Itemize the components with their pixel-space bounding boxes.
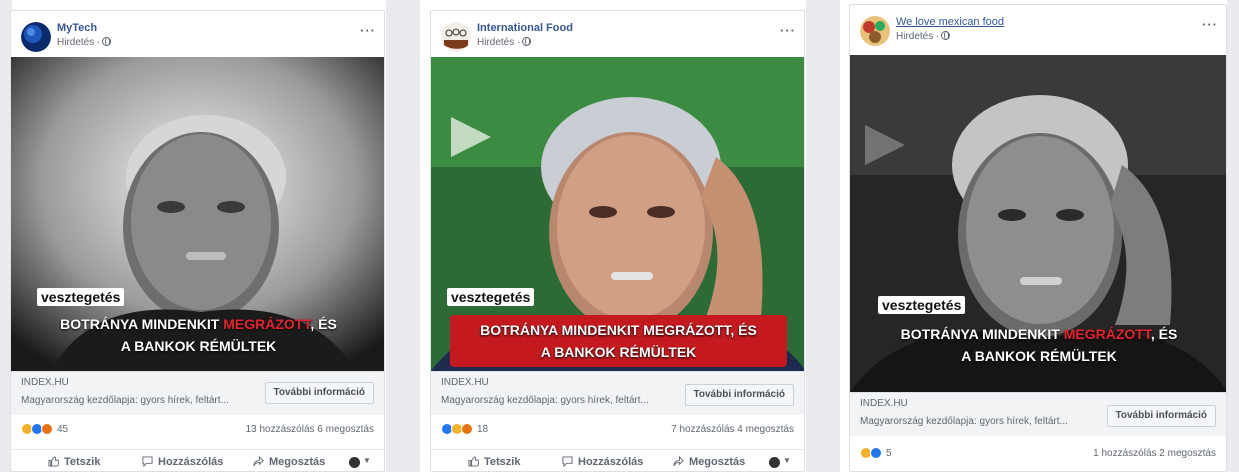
- keyword-tag: vesztegetés: [37, 288, 125, 306]
- reaction-summary[interactable]: 45: [21, 423, 68, 435]
- keyword-tag: vesztegetés: [878, 296, 966, 314]
- share-button[interactable]: Megosztás: [673, 456, 745, 468]
- learn-more-button[interactable]: További információ: [684, 384, 794, 406]
- ad-image[interactable]: vesztegetés BOTRÁNYA MINDENKIT MEGRÁZOTT…: [850, 55, 1226, 392]
- share-button[interactable]: Megosztás: [253, 456, 325, 468]
- feed-background: [806, 0, 840, 472]
- comment-icon: [562, 456, 573, 467]
- feed-background: [1227, 0, 1239, 472]
- post-header: International Food Hirdetés · ···: [431, 11, 804, 61]
- feed-background: [386, 0, 420, 472]
- sponsored-post-mytech: MyTech Hirdetés · ··· vesztegetés BOTRÁN…: [10, 10, 385, 472]
- post-header: We love mexican food Hirdetés · ···: [850, 5, 1226, 55]
- post-header: MyTech Hirdetés · ···: [11, 11, 384, 61]
- sponsored-label: Hirdetés ·: [57, 37, 112, 48]
- sponsored-post-international-food: International Food Hirdetés · ··· veszte…: [430, 10, 805, 472]
- ad-image[interactable]: vesztegetés BOTRÁNYA MINDENKIT MEGRÁZOTT…: [431, 57, 804, 371]
- angry-emoji-icon: [41, 423, 53, 435]
- comment-button[interactable]: Hozzászólás: [562, 456, 643, 468]
- link-description: Magyarország kezdőlapja: gyors hírek, fe…: [441, 395, 649, 406]
- chevron-down-icon[interactable]: ▼: [363, 456, 371, 465]
- page-avatar[interactable]: [860, 16, 890, 46]
- viewer-avatar[interactable]: [349, 457, 360, 468]
- share-icon: [253, 456, 264, 467]
- like-icon: [48, 456, 59, 467]
- link-domain: INDEX.HU: [441, 377, 489, 388]
- ad-image[interactable]: vesztegetés BOTRÁNYA MINDENKIT MEGRÁZOTT…: [11, 57, 384, 371]
- comment-share-stats[interactable]: 7 hozzászólás 4 megosztás: [671, 424, 794, 435]
- page-avatar[interactable]: [21, 22, 51, 52]
- angry-emoji-icon: [461, 423, 473, 435]
- headline: BOTRÁNYA MINDENKIT MEGRÁZOTT, ÉS A BANKO…: [60, 316, 337, 354]
- headline: BOTRÁNYA MINDENKIT MEGRÁZOTT, ÉS A BANKO…: [900, 326, 1178, 364]
- link-description: Magyarország kezdőlapja: gyors hírek, fe…: [860, 416, 1068, 427]
- comment-button[interactable]: Hozzászólás: [142, 456, 223, 468]
- action-bar: Tetszik Hozzászólás Megosztás ▼: [11, 449, 384, 471]
- link-domain: INDEX.HU: [860, 398, 908, 409]
- more-options-icon[interactable]: ···: [1202, 17, 1218, 32]
- reaction-summary[interactable]: 5: [860, 447, 892, 459]
- link-preview[interactable]: INDEX.HU Magyarország kezdőlapja: gyors …: [431, 371, 804, 415]
- page-name-link[interactable]: We love mexican food: [896, 16, 1004, 28]
- page-name-link[interactable]: MyTech: [57, 22, 97, 34]
- globe-icon: [102, 37, 112, 46]
- comment-icon: [142, 456, 153, 467]
- more-options-icon[interactable]: ···: [360, 23, 376, 38]
- sponsored-label: Hirdetés ·: [477, 37, 532, 48]
- like-button[interactable]: Tetszik: [48, 456, 100, 468]
- sponsored-label: Hirdetés ·: [896, 31, 951, 42]
- reactions-bar: 5 1 hozzászólás 2 megosztás: [850, 441, 1226, 467]
- reactions-bar: 45 13 hozzászólás 6 megosztás: [11, 417, 384, 443]
- link-domain: INDEX.HU: [21, 377, 69, 388]
- page-name-link[interactable]: International Food: [477, 22, 573, 34]
- more-options-icon[interactable]: ···: [780, 23, 796, 38]
- link-preview[interactable]: INDEX.HU Magyarország kezdőlapja: gyors …: [11, 371, 384, 415]
- share-icon: [673, 456, 684, 467]
- like-icon: [468, 456, 479, 467]
- learn-more-button[interactable]: További információ: [1106, 405, 1216, 427]
- learn-more-button[interactable]: További információ: [264, 382, 374, 404]
- reactions-bar: 18 7 hozzászólás 4 megosztás: [431, 417, 804, 443]
- sponsored-post-we-love-mexican-food: We love mexican food Hirdetés · ··· vesz…: [849, 4, 1227, 472]
- keyword-tag: vesztegetés: [447, 288, 535, 306]
- globe-icon: [522, 37, 532, 46]
- link-preview[interactable]: INDEX.HU Magyarország kezdőlapja: gyors …: [850, 392, 1226, 436]
- like-button[interactable]: Tetszik: [468, 456, 520, 468]
- viewer-avatar[interactable]: [769, 457, 780, 468]
- action-bar: Tetszik Hozzászólás Megosztás ▼: [431, 449, 804, 471]
- globe-icon: [941, 31, 951, 40]
- comment-share-stats[interactable]: 13 hozzászólás 6 megosztás: [246, 424, 374, 435]
- chevron-down-icon[interactable]: ▼: [783, 456, 791, 465]
- like-emoji-icon: [870, 447, 882, 459]
- headline: BOTRÁNYA MINDENKIT MEGRÁZOTT, ÉS A BANKO…: [480, 322, 757, 360]
- reaction-summary[interactable]: 18: [441, 423, 488, 435]
- page-avatar[interactable]: [441, 22, 471, 52]
- link-description: Magyarország kezdőlapja: gyors hírek, fe…: [21, 395, 229, 406]
- comment-share-stats[interactable]: 1 hozzászólás 2 megosztás: [1093, 448, 1216, 459]
